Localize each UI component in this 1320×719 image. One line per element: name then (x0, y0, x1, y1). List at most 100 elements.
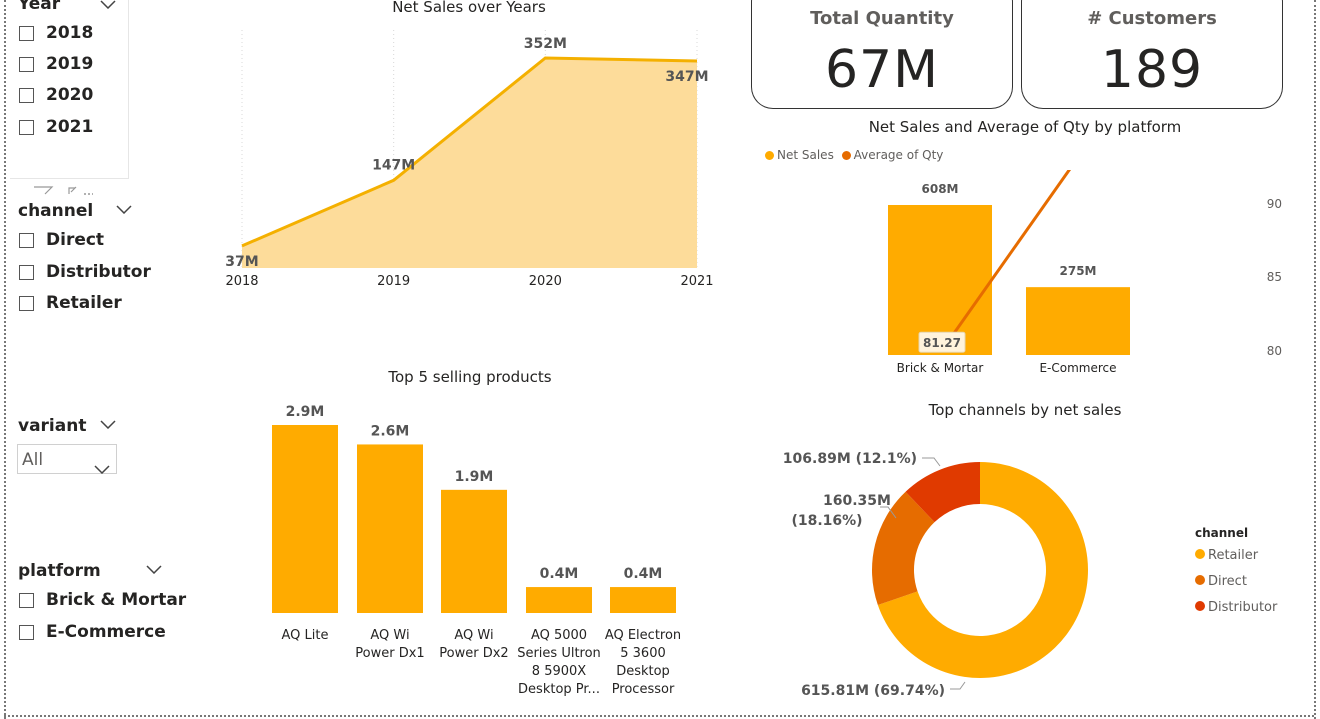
checkbox[interactable] (19, 592, 34, 608)
canvas-border-bottom (4, 715, 1314, 717)
y2-tick-label: 85 (1267, 270, 1282, 284)
option-label: E-Commerce (46, 622, 166, 642)
x-tick-label: Desktop Pr... (518, 682, 600, 697)
x-tick-label: AQ Lite (282, 628, 329, 643)
data-label: 81.27 (923, 336, 961, 350)
chart-legend: Net Sales Average of Qty (765, 148, 943, 162)
legend-label: Net Sales (777, 148, 834, 162)
data-label: 2.6M (371, 423, 410, 439)
channel-option-direct[interactable]: Direct (19, 230, 104, 250)
x-tick-label: 2021 (680, 274, 713, 289)
option-label: Direct (46, 230, 105, 250)
platform-option-brick-mortar[interactable]: Brick & Mortar (19, 590, 186, 610)
x-tick-label: 8 5900X (532, 664, 586, 679)
option-label: 2019 (46, 54, 94, 74)
legend-marker (1195, 549, 1205, 559)
data-label: 615.81M (69.74%) (801, 683, 945, 699)
x-tick-label: Series Ultron (517, 646, 601, 661)
top-products-chart[interactable]: 2.9M AQ Lite 2.6M AQ Wi Power Dx1 1.9M AQ Wi Po… (250, 395, 700, 705)
data-label: 37M (225, 254, 258, 270)
channel-slicer-title: channel (18, 201, 94, 221)
customers-card[interactable]: # Customers 189 (1021, 0, 1283, 109)
x-tick-label: 2019 (377, 274, 410, 289)
legend-label: Distributor (1208, 600, 1278, 615)
checkbox[interactable] (19, 25, 34, 41)
data-label: 160.35M (823, 493, 891, 509)
card-title: Total Quantity (810, 8, 954, 29)
data-label: 608M (922, 182, 959, 196)
platform-option-ecommerce[interactable]: E-Commerce (19, 622, 166, 642)
data-label: 0.4M (624, 566, 663, 582)
filter-icon (34, 186, 54, 195)
card-value: 67M (824, 40, 940, 100)
bar (1026, 287, 1130, 355)
chevron-down-icon[interactable] (100, 0, 116, 9)
leader-line (950, 681, 966, 690)
legend-label: Average of Qty (853, 148, 944, 162)
chevron-down-icon (94, 454, 110, 484)
channels-donut-chart[interactable]: 615.81M (69.74%) 160.35M (18.16%) 106.89M (… (770, 430, 1310, 710)
x-tick-label: AQ 5000 (531, 628, 587, 643)
year-slicer-title: Year (18, 0, 61, 14)
option-label: Distributor (46, 262, 151, 282)
x-tick-label: Power Dx2 (439, 646, 508, 661)
x-tick-label: 2018 (225, 274, 258, 289)
platform-slicer-title: platform (18, 561, 101, 581)
option-label: Brick & Mortar (46, 590, 187, 610)
legend-title: channel (1195, 526, 1248, 540)
legend-marker (765, 151, 774, 160)
x-tick-label: 5 3600 (620, 646, 666, 661)
x-tick-label: Processor (612, 682, 675, 697)
platform-chart[interactable]: 608MBrick & Mortar275ME-Commerce81.2791.… (860, 170, 1300, 385)
variant-selected-value: All (22, 450, 44, 470)
card-title: # Customers (1087, 8, 1217, 29)
x-tick-label: 2020 (529, 274, 562, 289)
area-fill (242, 58, 697, 268)
channel-option-retailer[interactable]: Retailer (19, 293, 122, 313)
x-tick-label: Brick & Mortar (897, 361, 984, 375)
leader-line (922, 457, 941, 467)
x-tick-label: AQ Wi (454, 628, 493, 643)
legend-label: Direct (1208, 574, 1247, 589)
x-tick-label: E-Commerce (1039, 361, 1116, 375)
year-option-2019[interactable]: 2019 (19, 54, 93, 74)
option-label: 2018 (46, 23, 94, 43)
chevron-down-icon[interactable] (100, 420, 116, 429)
option-label: 2021 (46, 117, 94, 137)
data-label: 347M (665, 69, 708, 85)
chart-title: Net Sales and Average of Qty by platform (868, 118, 1182, 136)
x-tick-label: Desktop (616, 664, 670, 679)
x-tick-label: Power Dx1 (355, 646, 424, 661)
chevron-down-icon[interactable] (146, 565, 162, 574)
channel-option-distributor[interactable]: Distributor (19, 262, 151, 282)
canvas-border-right (1314, 0, 1316, 719)
checkbox[interactable] (19, 232, 34, 248)
chart-title: Top channels by net sales (928, 401, 1122, 419)
focus-mode-icon (68, 186, 77, 194)
legend-label: Retailer (1208, 548, 1259, 563)
variant-slicer-title: variant (18, 416, 87, 436)
bar (272, 425, 338, 613)
checkbox[interactable] (19, 87, 34, 103)
chevron-down-icon[interactable] (116, 205, 132, 214)
year-option-2018[interactable]: 2018 (19, 23, 93, 43)
checkbox[interactable] (19, 264, 34, 280)
checkbox[interactable] (19, 56, 34, 72)
checkbox[interactable] (19, 295, 34, 311)
checkbox[interactable] (19, 119, 34, 135)
canvas-border-left (4, 0, 6, 719)
more-options-icon (84, 193, 93, 195)
bar (441, 489, 507, 613)
visual-header-icons[interactable] (33, 186, 93, 196)
total-quantity-card[interactable]: Total Quantity 67M (751, 0, 1013, 109)
card-value: 189 (1100, 40, 1204, 100)
bar (610, 587, 676, 613)
year-option-2021[interactable]: 2021 (19, 117, 93, 137)
chart-title: Top 5 selling products (388, 368, 552, 386)
bar (526, 587, 592, 613)
option-label: Retailer (46, 293, 122, 313)
variant-dropdown[interactable]: All (17, 444, 117, 475)
checkbox[interactable] (19, 624, 34, 640)
year-option-2020[interactable]: 2020 (19, 85, 93, 105)
net-sales-years-chart[interactable]: 37M 2018 147M 2019 352M 2020 347M 2021 (200, 20, 740, 300)
